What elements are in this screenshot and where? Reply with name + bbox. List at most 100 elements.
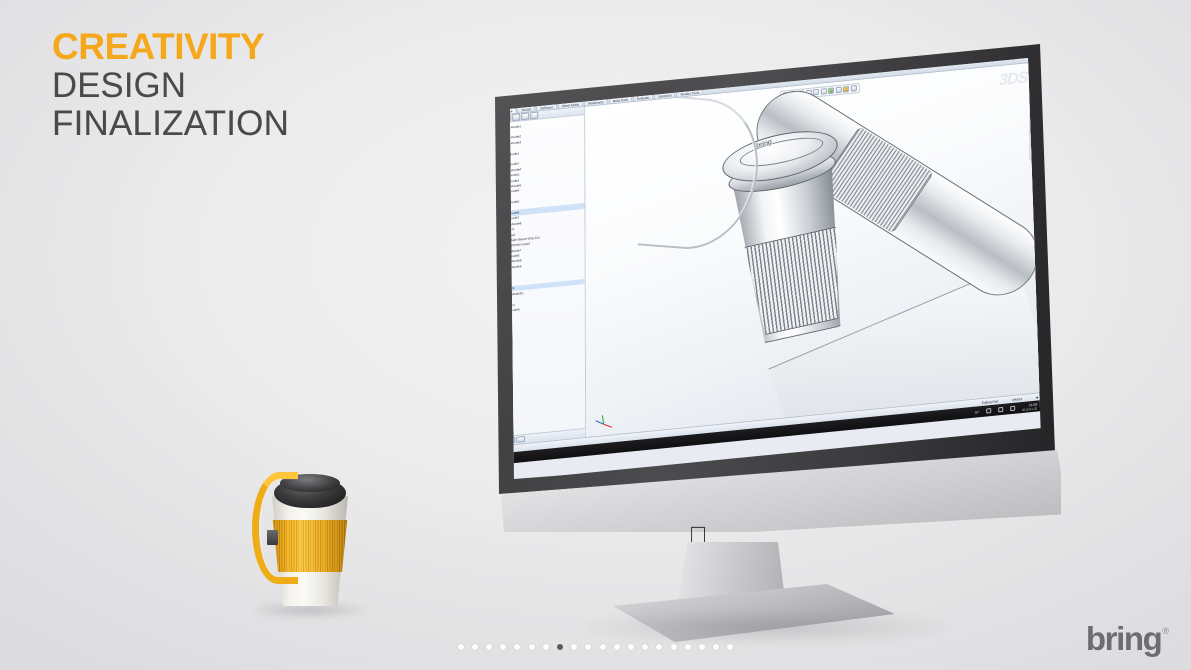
headline-line-3: FINALIZATION xyxy=(52,104,290,143)
extrude-boss-icon xyxy=(510,71,511,84)
pagination-dot[interactable] xyxy=(500,644,507,650)
lofted-cut-label: Lofted Cut xyxy=(631,65,645,71)
pagination-dot[interactable] xyxy=(471,644,478,650)
boundary-boss-button[interactable]: Boundary Boss/Base xyxy=(536,79,572,90)
configuration-manager-icon[interactable] xyxy=(512,113,521,122)
extruded-cut-button[interactable]: Extruded Cut xyxy=(580,63,597,88)
shell-button[interactable]: Shell xyxy=(694,66,710,75)
instant3d-button[interactable]: Instant3D xyxy=(751,58,764,72)
curves-button[interactable]: Curves xyxy=(736,58,749,73)
pagination-dot[interactable] xyxy=(528,644,535,650)
swept-boss-label: Swept Boss/Base xyxy=(547,65,570,72)
pagination-dot[interactable] xyxy=(656,644,663,650)
mac-clock[interactable]: 21:08 2013-01-25 xyxy=(1022,402,1037,412)
linear-pattern-label: Linear Pattern xyxy=(669,64,688,71)
revolved-cut-button[interactable]: Revolved Cut xyxy=(594,61,613,86)
battery-level: 57 xyxy=(975,409,979,415)
options-icon[interactable] xyxy=(709,31,715,38)
lofted-cut-button[interactable]: Lofted Cut xyxy=(622,65,645,75)
new-icon[interactable] xyxy=(653,37,659,44)
registered-trademark-icon: ® xyxy=(1162,626,1169,636)
rebuild-icon[interactable] xyxy=(701,32,707,39)
fillet-button[interactable]: Fillet xyxy=(657,58,670,81)
pagination-dot[interactable] xyxy=(642,644,649,650)
menu-view[interactable]: View xyxy=(549,58,557,63)
battery-icon[interactable] xyxy=(985,408,991,414)
pagination-dot[interactable] xyxy=(698,644,705,650)
pagination-dots[interactable] xyxy=(0,644,1191,650)
curves-label: Curves xyxy=(737,59,747,64)
pagination-dot[interactable] xyxy=(486,644,493,650)
coffee-cup-product xyxy=(252,468,366,618)
pagination-dot[interactable] xyxy=(684,644,691,650)
draft-button[interactable]: Draft xyxy=(695,59,710,68)
reference-geometry-label: Reference Geometry xyxy=(713,59,741,67)
dimxpert-manager-icon[interactable] xyxy=(521,112,530,121)
pagination-dot[interactable] xyxy=(557,644,564,650)
minimize-button[interactable] xyxy=(1013,2,1020,9)
loft-cut-icon xyxy=(622,66,630,75)
draft-label: Draft xyxy=(704,58,711,64)
3d-views-tab[interactable] xyxy=(516,435,526,443)
menu-window[interactable]: Window xyxy=(589,58,602,59)
zoom-icon xyxy=(767,45,778,57)
help-pin-icon[interactable] xyxy=(1022,11,1028,18)
swept-cut-button[interactable]: Swept Cut xyxy=(622,58,645,68)
pagination-dot[interactable] xyxy=(514,644,521,650)
open-icon[interactable] xyxy=(661,36,667,43)
brand-name: bring xyxy=(1085,620,1163,657)
headline-line-2: DESIGN xyxy=(52,66,187,105)
display-manager-icon[interactable] xyxy=(530,111,539,120)
print-icon[interactable] xyxy=(677,34,683,41)
restore-button[interactable] xyxy=(1022,1,1029,8)
pagination-dot[interactable] xyxy=(599,644,606,650)
revolved-cut-label: Revolved Cut xyxy=(594,72,613,78)
status-units[interactable]: MMGS xyxy=(1012,396,1022,401)
fillet-icon xyxy=(657,58,669,68)
undo-icon[interactable] xyxy=(685,33,691,40)
extruded-boss-button[interactable]: Extruded Boss/Base xyxy=(510,71,518,96)
rib-button[interactable]: Rib xyxy=(696,58,709,61)
sweep-icon xyxy=(538,67,546,76)
pagination-dot[interactable] xyxy=(542,644,549,650)
help-options-icon[interactable] xyxy=(1013,12,1019,19)
swept-boss-button[interactable]: Swept Boss/Base xyxy=(538,65,570,76)
search-icon[interactable]: ⚲ xyxy=(994,15,997,20)
brand-logo: bring ® xyxy=(1085,620,1169,657)
help-toolbar[interactable] xyxy=(1013,10,1037,18)
lofted-boss-button[interactable]: Lofted Boss/Base xyxy=(538,72,570,83)
reference-geometry-button[interactable]: Reference Geometry xyxy=(714,58,741,75)
close-button[interactable] xyxy=(1031,0,1038,7)
boundary-cut-icon xyxy=(620,73,628,82)
pagination-dot[interactable] xyxy=(585,644,592,650)
redo-icon[interactable] xyxy=(693,33,699,40)
pagination-dot[interactable] xyxy=(571,644,578,650)
revolved-boss-button[interactable]: Revolved Boss/Base xyxy=(510,69,533,95)
wifi-icon[interactable] xyxy=(997,406,1003,413)
pagination-dot[interactable] xyxy=(627,644,634,650)
solidworks-logo: SOLIDWORKS xyxy=(494,62,520,71)
pagination-dot[interactable] xyxy=(727,644,734,650)
volume-icon[interactable] xyxy=(1009,405,1015,412)
reference-geometry-icon xyxy=(721,58,733,62)
quick-access-toolbar[interactable] xyxy=(653,31,715,43)
pagination-dot[interactable] xyxy=(613,644,620,650)
pagination-dot[interactable] xyxy=(713,644,720,650)
window-controls[interactable] xyxy=(1013,0,1038,8)
zoom-button[interactable]: Zoom xyxy=(766,45,779,70)
rebuild-indicator: ■ xyxy=(1036,394,1039,400)
graphics-area[interactable]: 3DS bring xyxy=(585,62,1041,437)
linear-pattern-button[interactable]: Linear Pattern xyxy=(669,58,688,79)
menu-edit[interactable]: Edit xyxy=(538,59,544,64)
menu-file[interactable]: File xyxy=(527,61,533,66)
help-search-input[interactable]: Search SolidWorks Help xyxy=(937,15,993,28)
pagination-dot[interactable] xyxy=(457,644,464,650)
pagination-dot[interactable] xyxy=(670,644,677,650)
cad-model-coffee-cup[interactable]: bring xyxy=(585,62,1041,437)
save-icon[interactable] xyxy=(669,35,675,42)
help-expand-icon[interactable] xyxy=(1031,10,1037,17)
menu-insert[interactable]: Insert xyxy=(562,58,571,62)
menu-help[interactable]: Help xyxy=(607,53,614,58)
menu-tools[interactable]: Tools xyxy=(576,58,584,60)
boundary-cut-button[interactable]: Boundary Cut xyxy=(620,72,647,82)
